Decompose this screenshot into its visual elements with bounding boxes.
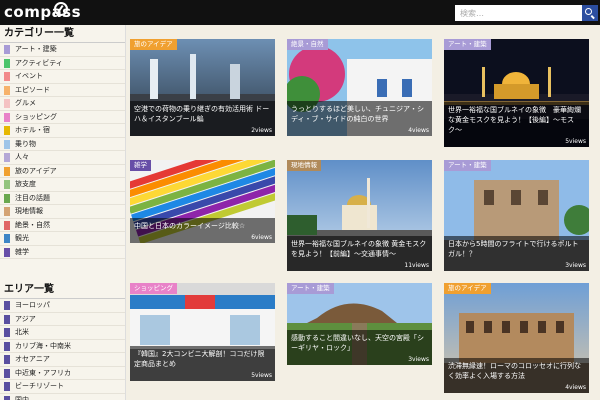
view-count: 2views <box>251 127 272 134</box>
sidebar-item-category[interactable]: アクティビティ <box>0 57 125 70</box>
search-input[interactable] <box>455 5 582 21</box>
category-color-swatch <box>4 85 10 95</box>
category-tag[interactable]: アート・建築 <box>444 39 491 50</box>
search-button[interactable] <box>582 5 598 21</box>
area-color-swatch <box>4 328 10 337</box>
areas-title: エリア一覧 <box>0 281 125 299</box>
sidebar-item-area[interactable]: アジア <box>0 313 125 326</box>
category-tag[interactable]: 絶景・自然 <box>287 39 328 50</box>
category-tag[interactable]: 旅のアイデア <box>444 283 491 294</box>
sidebar-item-category[interactable]: アート・建築 <box>0 43 125 57</box>
article-card[interactable]: アート・建築 日本から5時間のフライトで行けるポルトガル！？ 3views <box>444 160 589 271</box>
sidebar-item-category[interactable]: ショッピング <box>0 111 125 124</box>
category-color-swatch <box>4 45 10 54</box>
article-card[interactable]: アート・建築 世界一裕福な国ブルネイの象徴 豪華絢爛な黄金モスクを見よう！【後編… <box>444 39 589 147</box>
sidebar-item-category[interactable]: エピソード <box>0 84 125 97</box>
view-count: 4views <box>408 127 429 134</box>
category-color-swatch <box>4 193 10 203</box>
area-color-swatch <box>4 368 10 378</box>
view-count: 6views <box>251 234 272 241</box>
area-color-swatch <box>4 314 10 324</box>
sidebar-item-area[interactable]: 国内 <box>0 394 125 400</box>
article-card[interactable]: ショッピング 『韓国』2大コンビニ大解剖！ココだけ限定商品まとめ 5views <box>130 283 275 381</box>
search-icon <box>585 8 592 15</box>
category-color-swatch <box>4 166 10 176</box>
category-tag[interactable]: ショッピング <box>130 283 177 294</box>
sidebar-item-category[interactable]: 注目の話題 <box>0 192 125 205</box>
category-color-swatch <box>4 220 10 230</box>
category-color-swatch <box>4 180 10 189</box>
sidebar-item-category[interactable]: 乗り物 <box>0 138 125 151</box>
area-color-swatch <box>4 382 10 391</box>
sidebar-item-area[interactable]: 北米 <box>0 326 125 340</box>
area-color-swatch <box>4 355 10 364</box>
category-color-swatch <box>4 58 10 68</box>
category-tag[interactable]: アート・建築 <box>287 283 334 294</box>
category-tag[interactable]: 旅のアイデア <box>130 39 177 50</box>
view-count: 5views <box>251 372 272 379</box>
sidebar-item-category[interactable]: 旅支度 <box>0 178 125 192</box>
sidebar-item-category[interactable]: 人々 <box>0 151 125 165</box>
area-color-swatch <box>4 341 10 351</box>
category-color-swatch <box>4 99 10 108</box>
area-list: ヨーロッパ アジア 北米 カリブ海・中南米 オセアニア 中近東・アフリカ ビーチ… <box>0 299 125 400</box>
sidebar: カテゴリー一覧 アート・建築 アクティビティ イベント エピソード グルメ ショ… <box>0 25 126 400</box>
sidebar-item-area[interactable]: カリブ海・中南米 <box>0 340 125 353</box>
category-tag[interactable]: アート・建築 <box>444 160 491 171</box>
categories-title: カテゴリー一覧 <box>0 25 125 43</box>
category-tag[interactable]: 現地情報 <box>287 160 321 171</box>
category-color-swatch <box>4 247 10 257</box>
site-logo[interactable]: compass <box>4 3 81 21</box>
area-color-swatch <box>4 395 10 400</box>
category-color-swatch <box>4 112 10 122</box>
sidebar-item-area[interactable]: オセアニア <box>0 353 125 367</box>
article-card[interactable]: アート・建築 感動すること間違いなし、天空の宮殿「シーギリヤ・ロック」 3vie… <box>287 283 432 365</box>
category-color-swatch <box>4 139 10 149</box>
category-color-swatch <box>4 72 10 81</box>
view-count: 11views <box>404 262 429 269</box>
view-count: 3views <box>408 356 429 363</box>
sidebar-item-category[interactable]: 観光 <box>0 232 125 246</box>
top-header: compass <box>0 0 600 25</box>
compass-icon <box>54 2 68 16</box>
category-color-swatch <box>4 126 10 135</box>
sidebar-item-area[interactable]: 中近東・アフリカ <box>0 367 125 380</box>
sidebar-item-category[interactable]: グルメ <box>0 97 125 111</box>
sidebar-item-category[interactable]: 旅のアイデア <box>0 165 125 178</box>
category-list: アート・建築 アクティビティ イベント エピソード グルメ ショッピング ホテル… <box>0 43 125 259</box>
sidebar-item-category[interactable]: 現地情報 <box>0 205 125 219</box>
sidebar-item-category[interactable]: 絶景・自然 <box>0 219 125 232</box>
article-card[interactable]: 現地情報 世界一裕福な国ブルネイの象徴 黄金モスクを見よう！【前編】〜交通事情〜… <box>287 160 432 271</box>
view-count: 5views <box>565 138 586 145</box>
sidebar-item-category[interactable]: 雑学 <box>0 246 125 259</box>
sidebar-item-category[interactable]: ホテル・宿 <box>0 124 125 138</box>
view-count: 4views <box>565 384 586 391</box>
sidebar-item-category[interactable]: イベント <box>0 70 125 84</box>
sidebar-item-area[interactable]: ビーチリゾート <box>0 380 125 394</box>
category-tag[interactable]: 雑学 <box>130 160 151 171</box>
sidebar-item-area[interactable]: ヨーロッパ <box>0 299 125 313</box>
article-card[interactable]: 絶景・自然 うっとりするほど美しい、チュニジア・シディ・ブ・サイドの純白の世界 … <box>287 39 432 136</box>
category-color-swatch <box>4 153 10 162</box>
category-color-swatch <box>4 234 10 243</box>
article-card[interactable]: 雑学 中国と日本のカラーイメージ比較☆ 6views <box>130 160 275 243</box>
area-color-swatch <box>4 301 10 310</box>
article-card[interactable]: 旅のアイデア 空港での荷物の乗り継ぎの有効活用術 ドーハ＆イスタンブール編 2v… <box>130 39 275 136</box>
category-color-swatch <box>4 207 10 216</box>
article-card[interactable]: 旅のアイデア 渋滞無縁速！ローマのコロッセオに行列なく効率よく入場する方法 4v… <box>444 283 589 393</box>
view-count: 3views <box>565 262 586 269</box>
